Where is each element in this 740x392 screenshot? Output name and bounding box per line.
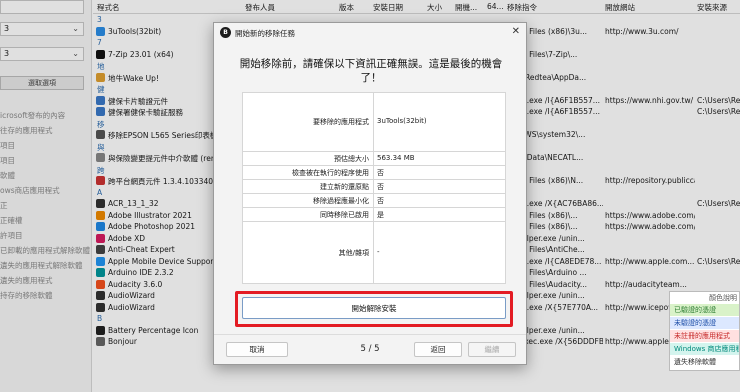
- close-icon[interactable]: ✕: [512, 26, 520, 37]
- legend-item: 未驗證的憑證: [670, 317, 739, 329]
- summary-row-restore: 建立新的還原點 否: [243, 179, 505, 193]
- cancel-button[interactable]: 取消: [226, 342, 288, 357]
- legend-item: 已驗證的憑證: [670, 304, 739, 316]
- summary-row-app: 要移除的應用程式 3uTools(32bit): [243, 92, 505, 151]
- dialog-title: 開始新的移除任務: [235, 29, 295, 38]
- summary-row-size: 預估總大小 563.34 MB: [243, 151, 505, 165]
- dialog-heading: 開始移除前，請確保以下資訊正確無誤。這是最後的機會了！: [239, 58, 503, 84]
- dialog-titlebar: B 開始新的移除任務 ✕: [214, 23, 526, 43]
- summary-row-reboot: 同時移除已啟用 是: [243, 207, 505, 221]
- highlight-annotation: [235, 291, 513, 327]
- legend-item: 未註冊的應用程式: [670, 330, 739, 342]
- summary-label: 建立新的還原點: [320, 183, 369, 191]
- summary-value: -: [377, 248, 380, 256]
- summary-label: 要移除的應用程式: [313, 118, 369, 126]
- summary-table: 要移除的應用程式 3uTools(32bit) 預估總大小 563.34 MB …: [242, 92, 506, 284]
- page-indicator: 5 / 5: [360, 344, 380, 354]
- back-button[interactable]: 返回: [414, 342, 462, 357]
- color-legend: 顏色說明 已驗證的憑證未驗證的憑證未註冊的應用程式Windows 商店應用程式遺…: [669, 291, 740, 371]
- summary-row-minimize: 移除過程應最小化 否: [243, 193, 505, 207]
- next-button[interactable]: 繼續: [468, 342, 516, 357]
- summary-label: 檢查被在執行的程序使用: [292, 169, 369, 177]
- summary-value: 否: [377, 183, 384, 191]
- summary-row-running: 檢查被在執行的程序使用 否: [243, 165, 505, 179]
- legend-item: 遺失移除軟體: [670, 356, 739, 368]
- app-logo-icon: B: [220, 27, 231, 38]
- dialog-footer: 取消 5 / 5 返回 繼續: [214, 334, 526, 364]
- summary-value: 563.34 MB: [377, 154, 415, 162]
- removal-task-dialog: B 開始新的移除任務 ✕ 開始移除前，請確保以下資訊正確無誤。這是最後的機會了！…: [213, 22, 527, 365]
- summary-label: 移除過程應最小化: [313, 197, 369, 205]
- summary-value: 否: [377, 197, 384, 205]
- summary-value: 否: [377, 169, 384, 177]
- summary-label: 同時移除已啟用: [320, 211, 369, 219]
- summary-label: 預估總大小: [334, 155, 369, 163]
- legend-title: 顏色說明: [709, 294, 737, 302]
- summary-value: 是: [377, 211, 384, 219]
- summary-label: 其他/雜項: [338, 249, 369, 257]
- legend-item: Windows 商店應用程式: [670, 343, 739, 355]
- summary-value: 3uTools(32bit): [377, 117, 427, 125]
- summary-row-other: 其他/雜項 -: [243, 221, 505, 283]
